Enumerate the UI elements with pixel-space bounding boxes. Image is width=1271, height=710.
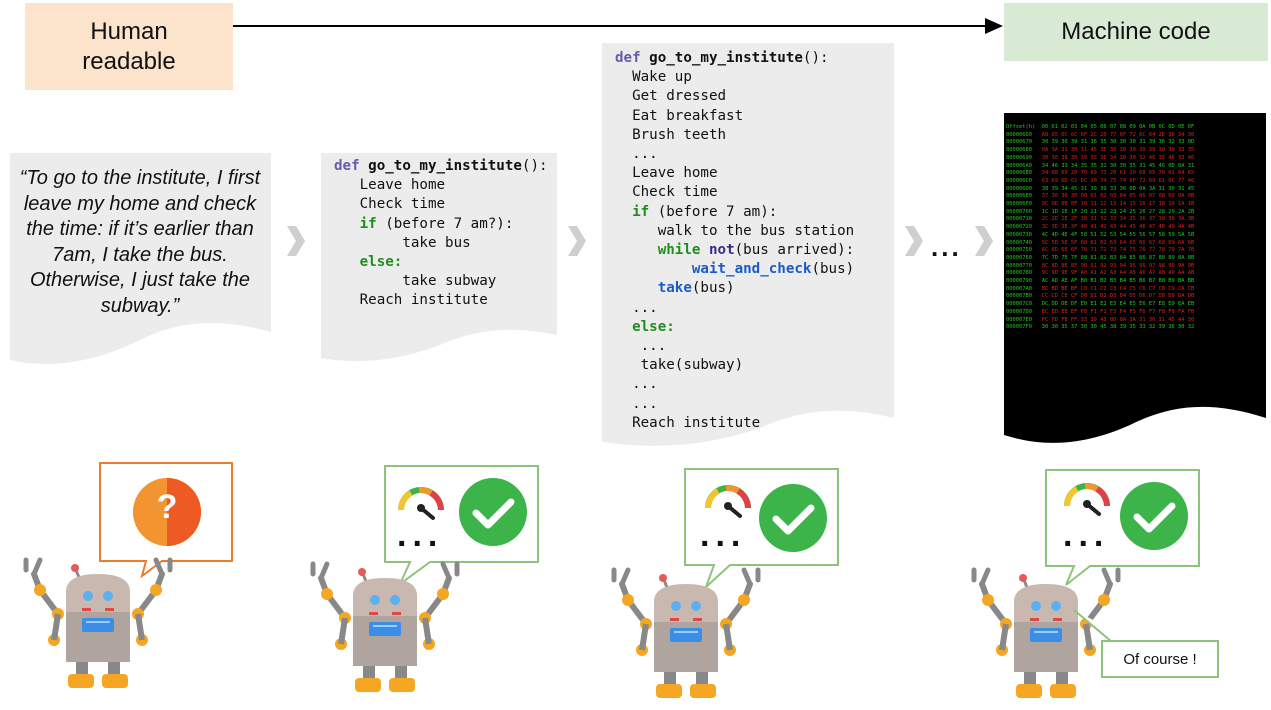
of-course-bubble: Of course ! (1101, 640, 1219, 678)
robot-1 (26, 560, 170, 688)
check-icon (759, 484, 827, 552)
check-icon (459, 478, 527, 546)
bubble-dots-3: ... (700, 516, 747, 554)
check-icon (1120, 482, 1188, 550)
robot-3 (614, 570, 758, 698)
robot-2 (313, 564, 457, 692)
of-course-text: Of course ! (1123, 650, 1197, 668)
bubble-dots-2: ... (397, 516, 444, 554)
bubble-dots-4: ... (1063, 516, 1110, 554)
robots-and-bubbles (0, 462, 1200, 710)
question-mark: ? (156, 488, 178, 526)
robot-4 (974, 570, 1118, 698)
